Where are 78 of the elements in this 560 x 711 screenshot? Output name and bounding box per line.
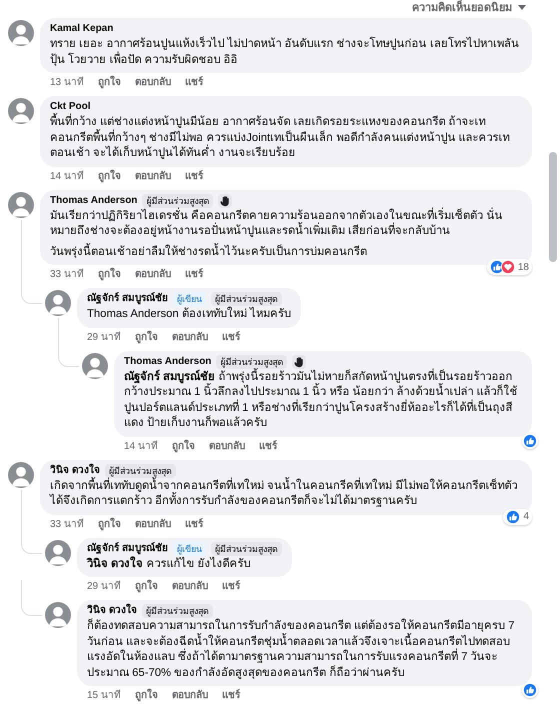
action-link[interactable]: ถูกใจ (98, 76, 121, 89)
top-contributor-badge: ผู้มีส่วนร่วมสูงสุด (216, 354, 288, 368)
hand-icon (218, 194, 232, 208)
comment-text: Thomas Anderson ต้องเททับใหม่ ไหมครับ (87, 307, 291, 322)
action-link[interactable]: แชร์ (184, 76, 203, 89)
comment-text: เกิดจากพื้นที่เททับดูดน้ำจากคอนกรีตที่เทใหม่ จนน้ำในคอนกรีคที่เทใหม่ มีไม่พอให้คอนกรีตเซ็ทตัวได้จึงเกิดการแตกร้าว อีกทั้งการรับกำลังของคอนกรีตก็จะไม่ได้มาตรฐานครับ (50, 478, 522, 510)
action-link[interactable]: ตอบกลับ (172, 689, 208, 702)
comment-text: มันเรียกว่าปฏิกิริยาไฮเดรชั่น คือคอนกรีตคายความร้อนออกจากตัวเองในขณะที่เริ่มเซ็ตตัว นั่นหมายถึงช่างจะต้องอยู่หน้างานรอปั่นหน้าปูนและรดน้ำเพิ่มเติม เสียก่อนที่จะกลับบ้าน (50, 208, 504, 239)
reaction-count[interactable]: 4 (503, 508, 532, 524)
action-link[interactable]: แชร์ (222, 689, 240, 702)
avatar[interactable] (45, 602, 71, 628)
action-link[interactable]: ถูกใจ (98, 518, 121, 530)
caret-icon (518, 5, 526, 10)
action-link[interactable]: ถูกใจ (98, 170, 121, 182)
timestamp[interactable]: 33 นาที (50, 268, 84, 281)
author-name[interactable]: Kamal Kepan (50, 22, 114, 36)
author-badge: ผู้เขียน (172, 542, 206, 556)
action-link[interactable]: ถูกใจ (172, 440, 195, 452)
timestamp[interactable]: 15 นาที (87, 689, 121, 702)
action-link[interactable]: แชร์ (222, 330, 240, 344)
comment-text: วันพรุ่งนี้ตอนเช้าอย่าลืมให้ช่างรดน้ำไว้นะครับเป็นการบ่มคอนกรีต (50, 244, 522, 260)
author-name[interactable]: Thomas Anderson (124, 354, 212, 368)
top-contributor-badge: ผู้มีส่วนร่วมสูงสุด (142, 194, 214, 208)
timestamp[interactable]: 14 นาที (124, 440, 158, 452)
avatar[interactable] (8, 20, 34, 46)
thumbs-up-icon (506, 510, 520, 524)
author-name[interactable]: ณัฐจักร์ สมบูรณ์ชัย (87, 292, 168, 306)
reaction-count[interactable] (522, 432, 538, 448)
thumbs-up-icon (523, 434, 537, 448)
author-name[interactable]: Ckt Pool (50, 100, 91, 114)
timestamp[interactable]: 29 นาที (87, 330, 121, 344)
author-badge: ผู้เขียน (172, 292, 206, 306)
top-contributor-badge: ผู้มีส่วนร่วมสูงสุด (210, 542, 282, 556)
timestamp[interactable]: 14 นาที (50, 170, 84, 182)
scrollbar-thumb[interactable] (549, 152, 557, 262)
action-link[interactable]: ตอบกลับ (134, 170, 171, 182)
action-link[interactable]: ถูกใจ (134, 330, 158, 344)
action-link[interactable]: ตอบกลับ (172, 330, 208, 344)
avatar[interactable] (82, 352, 108, 378)
author-name[interactable]: ณัฐจักร์ สมบูรณ์ชัย (87, 542, 168, 556)
comment-text: ก็ต้องทดสอบความสามารถในการรับกำลังของคอนกรีต แต่ต้องรอให้คอนกรีตมีอายุครบ 7 วันก่อน และจะต้องฉีดน้ำให้คอนกรีตชุ่มน้ำตลอดเวลาแล้วจึงเจาะเนื้อคอนกรีตไปทดสอบแรงอัดในห้องแลบ ซึ่งถ้าได้ตามาตรฐานความสามารถในการรับแรงคอนกรีตที่ 7 วันจะประมาณ 65-70% ของกำลังอัดสูงสุดของคอนกรีต ก็ถือว่าผ่านครับ (87, 619, 516, 681)
avatar[interactable] (45, 540, 71, 566)
action-link[interactable]: ตอบกลับ (134, 518, 171, 530)
reaction-count[interactable] (522, 682, 538, 698)
top-contributor-badge: ผู้มีส่วนร่วมสูงสุด (104, 464, 176, 478)
action-link[interactable]: ตอบกลับ (134, 268, 171, 281)
timestamp[interactable]: 33 นาที (50, 518, 84, 530)
timestamp[interactable]: 29 นาที (87, 580, 121, 593)
action-link[interactable]: ถูกใจ (98, 268, 121, 281)
comment-text: พื้นที่กว้าง แต่ช่างแต่งหน้าปูนมีน้อย อากาศร้อนจัด เลยเกิดรอยระแหงของคอนกรีต ถ้าจะเทคอนกรีตพื้นที่กว้างๆ ช่างมีไม่พอ ควรแบ่งJointเทเป็นผืนเล็ก พอดีกำลังคนแต่งหน้าปูน และควรเทตอนเช้า จะได้เก็บหน้าปูนได้ทันค่ำ งานจะเรียบร้อย (50, 115, 522, 162)
action-link[interactable]: ตอบกลับ (134, 76, 171, 89)
top-contributor-badge: ผู้มีส่วนร่วมสูงสุด (210, 292, 282, 306)
comment-text: ทราย เยอะ อากาศร้อนปูนแห้งเร็วไป ไม่ปาดหน้า อันดับแรก ช่างจะโทษปูนก่อน เลยโทรไปหาเพลันปุ้น โวยวาย เพื่อปัด ความรับผิดชอบ อิอิ (50, 37, 520, 68)
avatar[interactable] (8, 192, 34, 218)
action-link[interactable]: แชร์ (184, 268, 203, 281)
action-link[interactable]: แชร์ (184, 170, 203, 182)
reaction-count[interactable]: 18 (486, 259, 532, 275)
comment-text: ณัฐจักร์ สมบูรณ์ชัย ถ้าพรุ่งนี้รอยร้าวมันไม่หายก็สกัดหน้าปูนตรงที่เป็นรอยร้าวออกกว้างประมาณ 1 นิ้วลึกลงไปประมาณ 1 นิ้ว หรือ น้อยกว่า ล้างด้วยน้ำเปล่า แล้วก็ใช้ปูนปอร์ตแลนด์ประเภทที่ 1 หรือช่างที่เรียกว่าปูนโครงสร้างยี่ห้ออะไรก็ได้ที่เป็นถุงสีแดง ป้ายเก็บงานก็พอแล้วครับ (124, 370, 522, 432)
timestamp[interactable]: 13 นาที (50, 76, 84, 89)
top-contributor-badge: ผู้มีส่วนร่วมสูงสุด (142, 604, 213, 618)
avatar[interactable] (8, 462, 34, 488)
action-link[interactable]: แชร์ (258, 440, 277, 452)
avatar[interactable] (8, 98, 34, 124)
avatar[interactable] (45, 290, 71, 316)
action-link[interactable]: แชร์ (222, 580, 240, 593)
hand-icon (292, 354, 306, 368)
author-name[interactable]: วินิจ ดวงใจ (87, 604, 137, 618)
author-name[interactable]: Thomas Anderson (50, 194, 138, 208)
action-link[interactable]: ตอบกลับ (208, 440, 245, 452)
comment-text: วินิจ ดวงใจ ควรแก้ไข ยังไงดีครับ (87, 556, 252, 572)
action-link[interactable]: ถูกใจ (134, 689, 158, 702)
sort-dropdown[interactable]: ความคิดเห็นยอดนิยม (412, 0, 512, 14)
thumbs-up-icon (523, 683, 537, 697)
action-link[interactable]: แชร์ (184, 518, 203, 530)
author-name[interactable]: วินิจ ดวงใจ (50, 464, 100, 478)
action-link[interactable]: ถูกใจ (134, 580, 158, 593)
action-link[interactable]: ตอบกลับ (172, 580, 208, 593)
thread-line (21, 580, 42, 616)
